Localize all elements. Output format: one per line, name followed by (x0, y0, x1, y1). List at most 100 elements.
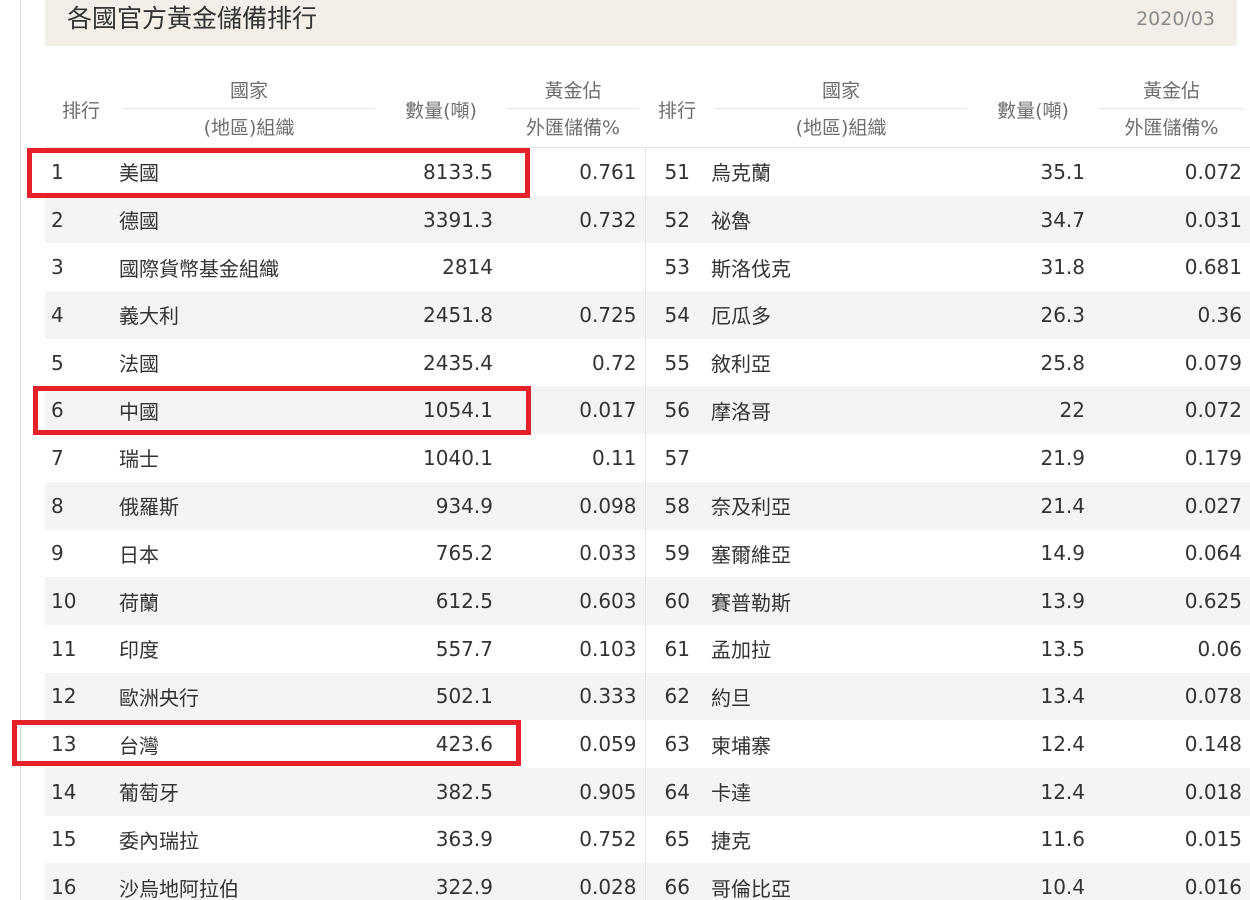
table-row: 4 義大利 2451.8 0.725 54 厄瓜多 26.3 0.36 (45, 291, 1250, 339)
header-country: 國家 (地區)組織 (709, 72, 973, 148)
country-cell: 敘利亞 (711, 352, 771, 377)
rank-cell: 54 (645, 291, 709, 339)
header-rank: 排行 (45, 72, 117, 148)
table-row: 10 荷蘭 612.5 0.603 60 賽普勒斯 13.9 0.625 (45, 577, 1250, 625)
quantity-cell: 12.4 (973, 767, 1093, 816)
country-cell: 捷克 (711, 828, 751, 853)
country-cell: 塞爾維亞 (711, 542, 791, 567)
country-cell: 法國 (119, 352, 159, 377)
page-title: 各國官方黃金儲備排行 (67, 4, 318, 33)
rank-cell: 56 (645, 386, 709, 435)
country-cell: 約旦 (709, 672, 973, 721)
quantity-cell: 13.9 (973, 577, 1093, 625)
rank-cell: 57 (664, 445, 690, 470)
report-date: 2020/03 (1136, 8, 1215, 30)
percent-cell: 0.017 (501, 386, 646, 435)
percent-cell: 0.079 (1184, 350, 1242, 375)
quantity-cell: 13.5 (1040, 636, 1085, 661)
country-cell: 奈及利亞 (709, 481, 973, 530)
rank-cell: 7 (51, 445, 64, 470)
rank-cell: 1 (51, 159, 64, 184)
rank-cell: 64 (645, 767, 709, 816)
country-cell: 斯洛伐克 (711, 256, 791, 281)
quantity-cell: 22 (973, 386, 1093, 435)
quantity-cell: 2451.8 (381, 291, 501, 339)
table-row: 1 美國 8133.5 0.761 51 烏克蘭 35.1 0.072 (45, 147, 1250, 196)
quantity-cell: 10.4 (973, 863, 1093, 900)
country-cell: 日本 (119, 542, 159, 567)
table-row: 5 法國 2435.4 0.72 55 敘利亞 25.8 0.079 (45, 338, 1250, 387)
quantity-cell: 35.1 (1040, 159, 1085, 184)
rank-cell: 12 (45, 672, 117, 721)
country-cell: 卡達 (709, 767, 973, 816)
percent-cell: 0.06 (1197, 636, 1242, 661)
quantity-cell: 557.7 (435, 636, 493, 661)
percent-cell: 0.11 (501, 434, 646, 482)
quantity-cell: 14.9 (1040, 541, 1085, 566)
quantity-cell: 26.3 (973, 291, 1093, 339)
country-cell: 中國 (117, 386, 381, 435)
quantity-cell: 765.2 (435, 541, 493, 566)
header-percent: 黃金佔 外匯儲備% (501, 72, 645, 148)
page: 各國官方黃金儲備排行 2020/03 排行 國家 (地區)組織 數量(噸) 黃金… (0, 0, 1250, 900)
rank-cell: 15 (51, 827, 77, 852)
country-cell: 瑞士 (119, 447, 159, 472)
rank-cell: 6 (45, 386, 117, 435)
quantity-cell: 2435.4 (423, 350, 493, 375)
header-quantity: 數量(噸) (381, 72, 501, 148)
country-cell: 國際貨幣基金組織 (119, 256, 279, 281)
quantity-cell: 502.1 (381, 672, 501, 721)
rank-cell: 60 (645, 577, 709, 625)
rank-cell: 9 (51, 541, 64, 566)
quantity-cell: 11.6 (1040, 827, 1085, 852)
rank-cell: 5 (51, 350, 64, 375)
percent-cell: 0.031 (1093, 195, 1250, 244)
quantity-cell: 382.5 (381, 767, 501, 816)
rank-cell: 10 (45, 577, 117, 625)
percent-cell: 0.179 (1184, 445, 1242, 470)
rank-cell: 3 (51, 255, 64, 280)
country-cell (709, 434, 973, 482)
header-percent: 黃金佔 外匯儲備% (1093, 72, 1250, 148)
country-cell: 摩洛哥 (709, 386, 973, 435)
quantity-cell: 21.4 (973, 481, 1093, 530)
header-rank: 排行 (645, 72, 709, 148)
country-cell: 義大利 (117, 291, 381, 339)
rank-cell: 66 (645, 863, 709, 900)
country-cell: 德國 (117, 195, 381, 244)
percent-cell: 0.603 (501, 577, 646, 625)
percent-cell: 0.103 (501, 624, 646, 673)
table-row: 15 委內瑞拉 363.9 0.752 65 捷克 11.6 0.015 (45, 815, 1250, 864)
quantity-cell: 21.9 (1040, 445, 1085, 470)
quantity-cell: 25.8 (1040, 350, 1085, 375)
rank-cell: 59 (664, 541, 690, 566)
country-cell: 祕魯 (709, 195, 973, 244)
table-body: 1 美國 8133.5 0.761 51 烏克蘭 35.1 0.072 2 德國… (45, 147, 1250, 900)
header-country: 國家 (地區)組織 (117, 72, 381, 148)
percent-cell: 0.072 (1093, 386, 1250, 435)
rank-cell: 16 (45, 863, 117, 900)
country-cell: 葡萄牙 (117, 767, 381, 816)
quantity-cell: 1054.1 (381, 386, 501, 435)
table-row: 8 俄羅斯 934.9 0.098 58 奈及利亞 21.4 0.027 (45, 481, 1250, 530)
quantity-cell: 934.9 (381, 481, 501, 530)
rank-cell: 63 (664, 732, 690, 757)
country-cell: 委內瑞拉 (119, 828, 199, 853)
table-row: 16 沙烏地阿拉伯 322.9 0.028 66 哥倫比亞 10.4 0.016 (45, 863, 1250, 900)
table-row: 7 瑞士 1040.1 0.11 57 21.9 0.179 (45, 434, 1250, 482)
quantity-cell: 34.7 (973, 195, 1093, 244)
percent-cell: 0.018 (1093, 767, 1250, 816)
country-cell: 印度 (119, 638, 159, 663)
percent-cell: 0.028 (501, 863, 646, 900)
country-cell: 哥倫比亞 (709, 863, 973, 900)
percent-cell: 0.148 (1184, 732, 1242, 757)
quantity-cell: 322.9 (381, 863, 501, 900)
rank-cell: 8 (45, 481, 117, 530)
percent-cell: 0.333 (501, 672, 646, 721)
percent-cell: 0.098 (501, 481, 646, 530)
rank-cell: 2 (45, 195, 117, 244)
table-row: 2 德國 3391.3 0.732 52 祕魯 34.7 0.031 (45, 195, 1250, 244)
quantity-cell: 2814 (442, 255, 493, 280)
table-row: 11 印度 557.7 0.103 61 孟加拉 13.5 0.06 (45, 624, 1250, 673)
rank-cell: 62 (645, 672, 709, 721)
